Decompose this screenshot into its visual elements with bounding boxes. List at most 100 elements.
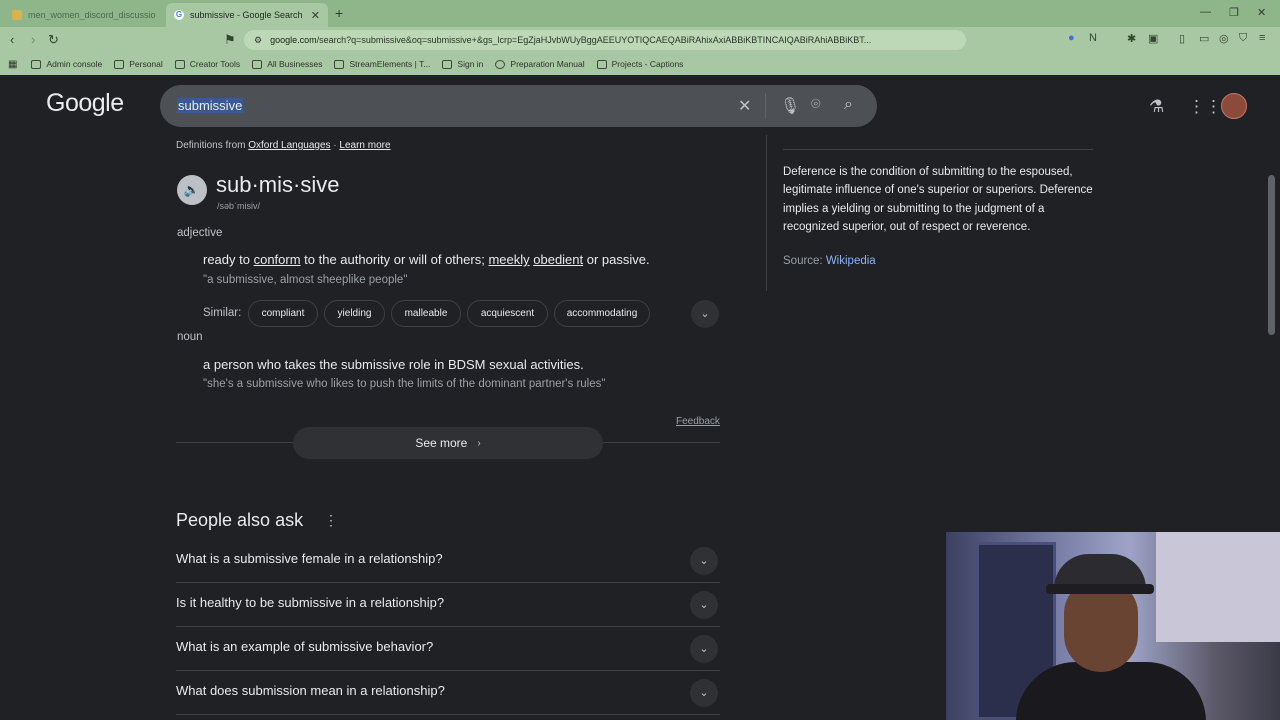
paa-question[interactable]: What does submission mean in a relations… <box>176 671 720 715</box>
chevron-down-icon[interactable]: ⌄ <box>690 591 718 619</box>
wikipedia-link[interactable]: Wikipedia <box>826 255 876 267</box>
side-panel-text: Deference is the condition of submitting… <box>783 166 1093 233</box>
bookmark-all-businesses[interactable]: All Businesses <box>252 59 322 69</box>
chevron-down-icon[interactable]: ⌄ <box>690 679 718 707</box>
def-text: ready to <box>203 252 254 267</box>
bookmark-creator-tools[interactable]: Creator Tools <box>174 59 240 69</box>
oxford-link[interactable]: Oxford Languages <box>248 140 330 151</box>
forward-icon[interactable]: › <box>31 32 35 47</box>
feedback-link[interactable]: Feedback <box>676 416 720 427</box>
paa-question-text: Is it healthy to be submissive in a rela… <box>176 595 445 610</box>
bookmark-label: Projects - Captions <box>611 59 684 69</box>
restore-icon[interactable]: ❐ <box>1229 6 1239 19</box>
site-info-icon[interactable]: ⚙ <box>254 35 262 46</box>
panel-top-rule <box>783 149 1093 150</box>
tab-discord[interactable]: men_women_discord_discussion_top <box>4 3 164 27</box>
bookmark-personal[interactable]: Personal <box>114 59 163 69</box>
extension-icon[interactable]: ● <box>1068 32 1075 44</box>
sidebar-icon[interactable]: ▯ <box>1179 32 1185 45</box>
back-icon[interactable]: ‹ <box>10 32 14 47</box>
bookmark-preparation-manual[interactable]: Preparation Manual <box>495 59 585 69</box>
people-also-ask-title: People also ask <box>176 510 304 530</box>
search-input[interactable]: submissive <box>177 98 244 113</box>
apps-grid-icon[interactable]: ▦ <box>8 59 17 70</box>
see-more-button[interactable]: See more › <box>293 427 603 459</box>
paa-question[interactable]: What is an example of submissive behavio… <box>176 627 720 671</box>
folder-icon <box>12 10 22 20</box>
def-text: to the authority or will of others; <box>300 252 489 267</box>
media-icon[interactable]: ▣ <box>1148 32 1158 45</box>
wallet-icon[interactable]: ▭ <box>1199 32 1209 45</box>
close-tab-icon[interactable]: ✕ <box>311 9 320 22</box>
bookmark-label: Admin console <box>46 59 103 69</box>
extensions-puzzle-icon[interactable]: ✱ <box>1127 32 1136 45</box>
paa-question-text: What does submission mean in a relations… <box>176 683 445 698</box>
panel-divider <box>766 135 767 291</box>
reload-icon[interactable]: ↻ <box>48 32 59 48</box>
new-tab-icon[interactable]: + <box>335 5 343 21</box>
extension-notion-icon[interactable]: N <box>1089 32 1097 44</box>
source-label: Source: <box>783 255 826 267</box>
speaker-icon[interactable]: 🔊 <box>177 175 207 205</box>
page-scrollbar[interactable] <box>1268 175 1275 335</box>
tab-bar: men_women_discord_discussion_top G submi… <box>0 0 1280 27</box>
noun-example: "she's a submissive who likes to push th… <box>203 378 606 390</box>
clear-icon[interactable]: ✕ <box>738 96 751 116</box>
apps-icon[interactable]: ⋮⋮ <box>1188 97 1222 117</box>
close-window-icon[interactable]: ✕ <box>1257 6 1266 19</box>
vpn-icon[interactable]: ◎ <box>1219 32 1229 45</box>
streamelements-icon <box>334 59 345 69</box>
google-icon <box>31 59 42 69</box>
conform-link[interactable]: conform <box>254 252 301 267</box>
paa-question[interactable]: What is a submissive female in a relatio… <box>176 539 720 583</box>
google-logo[interactable]: Google <box>46 89 124 118</box>
lens-icon[interactable]: ⌾ <box>811 96 821 114</box>
shield-icon[interactable]: ⛉ <box>1239 32 1247 45</box>
folder-icon <box>114 59 125 69</box>
chevron-down-icon[interactable]: ⌄ <box>690 547 718 575</box>
similar-chip[interactable]: yielding <box>324 300 385 327</box>
microphone-icon[interactable]: 🎙 <box>780 96 800 116</box>
bookmark-label: Sign in <box>457 59 484 69</box>
definition-source: Definitions from Oxford Languages · Lear… <box>176 140 391 151</box>
similar-chip[interactable]: compliant <box>248 300 318 327</box>
avatar[interactable] <box>1221 93 1247 119</box>
webcam-window <box>1156 532 1280 642</box>
bookmark-sign-in[interactable]: Sign in <box>442 59 483 69</box>
adjective-example: "a submissive, almost sheeplike people" <box>203 274 408 286</box>
tab-title: men_women_discord_discussion_top <box>28 10 156 20</box>
headword: sub·mis·sive <box>216 172 340 197</box>
search-icon[interactable]: ⌕ <box>844 96 853 114</box>
meekly-link[interactable]: meekly <box>488 252 529 267</box>
webcam-person-shirt <box>1016 662 1206 720</box>
chevron-down-icon[interactable]: ⌄ <box>690 635 718 663</box>
similar-label: Similar: <box>203 307 242 319</box>
webcam-overlay <box>946 532 1280 720</box>
more-options-icon[interactable]: ⋮ <box>324 512 338 529</box>
minimize-icon[interactable]: — <box>1200 6 1211 18</box>
expand-similar-icon[interactable]: ⌄ <box>691 300 719 328</box>
bookmark-admin-console[interactable]: Admin console <box>31 59 102 69</box>
source-prefix: Definitions from <box>176 140 246 151</box>
similar-chip[interactable]: acquiescent <box>467 300 548 327</box>
similar-chip[interactable]: accommodating <box>554 300 650 327</box>
star-icon <box>442 59 453 69</box>
bookmark-projects-captions[interactable]: Projects - Captions <box>596 59 684 69</box>
menu-icon[interactable]: ≡ <box>1259 32 1265 44</box>
search-box[interactable]: submissive ✕ 🎙 ⌾ ⌕ <box>160 85 877 127</box>
tab-google-search[interactable]: G submissive - Google Search ✕ <box>166 3 328 27</box>
similar-chip[interactable]: malleable <box>391 300 461 327</box>
bookmark-icon[interactable]: ⚑ <box>224 32 236 48</box>
bookmark-streamelements[interactable]: StreamElements | T... <box>334 59 430 69</box>
url-path: /search?q=submissive&oq=submissive+&gs_l… <box>316 35 872 45</box>
learn-more-link[interactable]: Learn more <box>339 140 390 151</box>
captions-icon <box>596 59 607 69</box>
bookmark-label: Personal <box>129 59 163 69</box>
bookmarks-bar: ▦ Admin console Personal Creator Tools A… <box>0 53 1280 75</box>
address-bar[interactable]: ⚙ google.com/search?q=submissive&oq=subm… <box>244 30 966 50</box>
labs-icon[interactable]: ⚗ <box>1149 97 1164 117</box>
paa-question[interactable]: Is it healthy to be submissive in a rela… <box>176 583 720 627</box>
search-divider <box>765 93 766 119</box>
bookmark-label: All Businesses <box>267 59 323 69</box>
obedient-link[interactable]: obedient <box>533 252 583 267</box>
